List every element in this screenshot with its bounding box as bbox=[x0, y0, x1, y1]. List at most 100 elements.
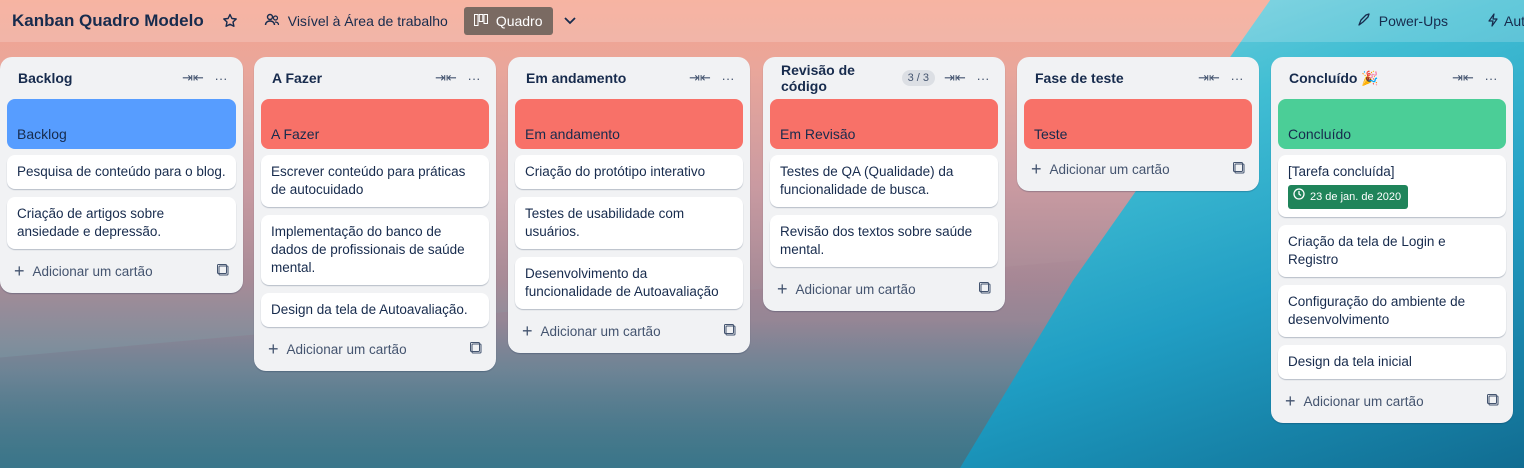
plus-icon: + bbox=[268, 339, 279, 359]
plus-icon: + bbox=[14, 261, 25, 281]
list-header: Concluído 🎉 ⇥⇤ ··· bbox=[1277, 65, 1507, 91]
chevron-down-icon[interactable] bbox=[563, 13, 577, 29]
list-header: Em andamento ⇥⇤ ··· bbox=[514, 65, 744, 91]
list-backlog: Backlog ⇥⇤ ··· Backlog Pesquisa de conte… bbox=[0, 57, 243, 293]
template-icon[interactable] bbox=[979, 281, 991, 297]
visibility-button[interactable]: Visível à Área de trabalho bbox=[258, 8, 454, 35]
card-cover[interactable]: Backlog bbox=[7, 99, 236, 149]
list-title[interactable]: Fase de teste bbox=[1035, 70, 1191, 86]
powerups-button[interactable]: Power-Ups bbox=[1357, 12, 1448, 30]
list-header: Backlog ⇥⇤ ··· bbox=[6, 65, 237, 91]
lightning-icon bbox=[1488, 12, 1498, 30]
people-icon bbox=[264, 12, 280, 31]
add-card-button[interactable]: + Adicionar um cartão bbox=[769, 275, 999, 303]
list-header: Fase de teste ⇥⇤ ··· bbox=[1023, 65, 1253, 91]
list-em-andamento: Em andamento ⇥⇤ ··· Em andamento Criação… bbox=[508, 57, 750, 353]
list-header: A Fazer ⇥⇤ ··· bbox=[260, 65, 490, 91]
collapse-icon[interactable]: ⇥⇤ bbox=[944, 68, 966, 88]
list-a-fazer: A Fazer ⇥⇤ ··· A Fazer Escrever conteúdo… bbox=[254, 57, 496, 371]
collapse-icon[interactable]: ⇥⇤ bbox=[1198, 68, 1220, 88]
list-item[interactable]: Design da tela inicial bbox=[1278, 345, 1506, 379]
add-card-label: Adicionar um cartão bbox=[286, 341, 407, 357]
add-card-label: Adicionar um cartão bbox=[795, 281, 916, 297]
card-cover[interactable]: Concluído bbox=[1278, 99, 1506, 149]
list-item[interactable]: Revisão dos textos sobre saúde mental. bbox=[770, 215, 998, 267]
collapse-icon[interactable]: ⇥⇤ bbox=[435, 68, 457, 88]
list-revisao-de-codigo: Revisão de código 3 / 3 ⇥⇤ ··· Em Revisã… bbox=[763, 57, 1005, 311]
list-title[interactable]: Backlog bbox=[18, 70, 175, 86]
card-cover[interactable]: Em Revisão bbox=[770, 99, 998, 149]
template-icon[interactable] bbox=[1487, 393, 1499, 409]
more-options-icon[interactable]: ··· bbox=[211, 68, 231, 88]
clock-icon bbox=[1293, 188, 1305, 206]
card-cover[interactable]: Em andamento bbox=[515, 99, 743, 149]
card-title: [Tarefa concluída] bbox=[1288, 164, 1395, 179]
view-label: Quadro bbox=[495, 13, 543, 29]
star-icon[interactable] bbox=[222, 13, 238, 29]
list-item[interactable]: Testes de usabilidade com usuários. bbox=[515, 197, 743, 249]
add-card-button[interactable]: + Adicionar um cartão bbox=[6, 257, 237, 285]
card-cover-label: Concluído bbox=[1288, 126, 1352, 142]
plus-icon: + bbox=[522, 321, 533, 341]
card-cover-label: A Fazer bbox=[271, 126, 320, 142]
collapse-icon[interactable]: ⇥⇤ bbox=[1452, 68, 1474, 88]
due-date-label: 23 de jan. de 2020 bbox=[1310, 191, 1402, 203]
rocket-icon bbox=[1357, 12, 1371, 30]
template-icon[interactable] bbox=[470, 341, 482, 357]
list-item[interactable]: Testes de QA (Qualidade) da funcionalida… bbox=[770, 155, 998, 207]
view-switcher-button[interactable]: Quadro bbox=[463, 7, 553, 35]
board-title[interactable]: Kanban Quadro Modelo bbox=[12, 11, 204, 31]
add-card-button[interactable]: + Adicionar um cartão bbox=[1023, 155, 1253, 183]
plus-icon: + bbox=[1031, 159, 1042, 179]
card-count-badge: 3 / 3 bbox=[901, 70, 935, 86]
card-cover-label: Em andamento bbox=[525, 126, 620, 142]
plus-icon: + bbox=[1285, 391, 1296, 411]
list-item[interactable]: Pesquisa de conteúdo para o blog. bbox=[7, 155, 236, 189]
list-fase-de-teste: Fase de teste ⇥⇤ ··· Teste + Adicionar u… bbox=[1017, 57, 1259, 191]
more-options-icon[interactable]: ··· bbox=[1481, 68, 1501, 88]
collapse-icon[interactable]: ⇥⇤ bbox=[182, 68, 204, 88]
more-options-icon[interactable]: ··· bbox=[973, 68, 993, 88]
automation-label: Automação bbox=[1504, 13, 1524, 29]
add-card-button[interactable]: + Adicionar um cartão bbox=[514, 317, 744, 345]
board-header: Kanban Quadro Modelo Visível à Área de t… bbox=[0, 0, 1524, 42]
card-cover-label: Teste bbox=[1034, 126, 1068, 142]
visibility-label: Visível à Área de trabalho bbox=[287, 13, 448, 29]
list-item[interactable]: Desenvolvimento da funcionalidade de Aut… bbox=[515, 257, 743, 309]
card-cover[interactable]: Teste bbox=[1024, 99, 1252, 149]
list-item[interactable]: Configuração do ambiente de desenvolvime… bbox=[1278, 285, 1506, 337]
list-item[interactable]: Escrever conteúdo para práticas de autoc… bbox=[261, 155, 489, 207]
add-card-button[interactable]: + Adicionar um cartão bbox=[260, 335, 490, 363]
card-cover-label: Em Revisão bbox=[780, 126, 856, 142]
card-cover-label: Backlog bbox=[17, 126, 67, 142]
list-title[interactable]: Em andamento bbox=[526, 70, 682, 86]
list-item[interactable]: Criação da tela de Login e Registro bbox=[1278, 225, 1506, 277]
list-header: Revisão de código 3 / 3 ⇥⇤ ··· bbox=[769, 62, 999, 94]
more-options-icon[interactable]: ··· bbox=[1227, 68, 1247, 88]
add-card-label: Adicionar um cartão bbox=[1303, 393, 1424, 409]
list-item[interactable]: Implementação do banco de dados de profi… bbox=[261, 215, 489, 285]
due-date-badge[interactable]: 23 de jan. de 2020 bbox=[1288, 185, 1409, 209]
template-icon[interactable] bbox=[217, 263, 229, 279]
list-title[interactable]: Concluído 🎉 bbox=[1289, 70, 1445, 87]
template-icon[interactable] bbox=[1233, 161, 1245, 177]
add-card-label: Adicionar um cartão bbox=[32, 263, 153, 279]
more-options-icon[interactable]: ··· bbox=[464, 68, 484, 88]
automation-button[interactable]: Automação bbox=[1488, 12, 1524, 30]
list-item[interactable]: [Tarefa concluída] 23 de jan. de 2020 bbox=[1278, 155, 1506, 217]
more-options-icon[interactable]: ··· bbox=[718, 68, 738, 88]
powerups-label: Power-Ups bbox=[1378, 13, 1448, 29]
card-cover[interactable]: A Fazer bbox=[261, 99, 489, 149]
add-card-label: Adicionar um cartão bbox=[1049, 161, 1170, 177]
list-title[interactable]: Revisão de código bbox=[781, 62, 902, 94]
board-view-icon bbox=[473, 13, 488, 29]
list-concluido: Concluído 🎉 ⇥⇤ ··· Concluído [Tarefa con… bbox=[1271, 57, 1513, 423]
list-item[interactable]: Criação do protótipo interativo bbox=[515, 155, 743, 189]
template-icon[interactable] bbox=[724, 323, 736, 339]
list-title[interactable]: A Fazer bbox=[272, 70, 428, 86]
list-item[interactable]: Criação de artigos sobre ansiedade e dep… bbox=[7, 197, 236, 249]
add-card-button[interactable]: + Adicionar um cartão bbox=[1277, 387, 1507, 415]
plus-icon: + bbox=[777, 279, 788, 299]
collapse-icon[interactable]: ⇥⇤ bbox=[689, 68, 711, 88]
list-item[interactable]: Design da tela de Autoavaliação. bbox=[261, 293, 489, 327]
